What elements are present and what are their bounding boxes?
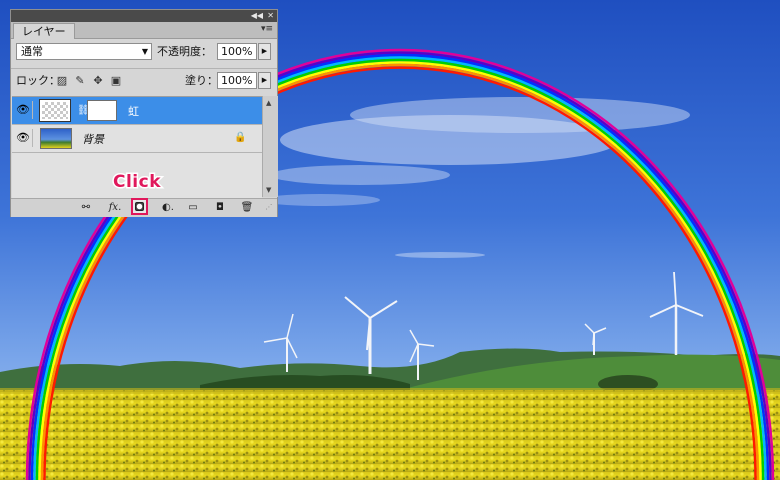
rapeseed-field (0, 390, 780, 480)
tab-layers[interactable]: レイヤー (13, 23, 75, 39)
trash-icon[interactable]: 🗑 (240, 201, 254, 214)
lock-label: ロック： (16, 74, 60, 87)
layer-thumbnail (40, 128, 72, 149)
resize-grip-icon[interactable]: ⋰ (263, 201, 275, 214)
dropdown-arrow-icon: ▼ (141, 47, 148, 56)
blend-mode-select[interactable]: 通常 ▼ (16, 43, 152, 60)
lock-transparent-icon[interactable]: ▨ (56, 75, 68, 87)
opacity-value: 100% (221, 45, 253, 58)
opacity-slider-button[interactable]: ▶ (258, 43, 271, 60)
add-mask-button[interactable] (131, 198, 148, 215)
fx-icon[interactable]: fx. (106, 201, 124, 214)
lock-icon: 🔒 (234, 132, 247, 143)
visibility-eye-icon[interactable]: 👁 (14, 129, 33, 147)
blend-row: 通常 ▼ 不透明度： 100% ▶ (11, 39, 277, 66)
layer-row-rainbow[interactable]: 👁 ⛓ 虹 (12, 97, 262, 125)
scroll-up-arrow-icon[interactable]: ▲ (266, 99, 271, 107)
link-icon[interactable]: ⚯ (78, 201, 94, 214)
lock-position-icon[interactable]: ✥ (92, 75, 104, 87)
close-panel-icon[interactable]: ✕ (267, 10, 274, 22)
click-annotation: Click (111, 171, 162, 194)
layers-scrollbar[interactable]: ▲ ▼ (262, 96, 278, 197)
opacity-label: 不透明度： (157, 45, 212, 58)
layer-mask-thumbnail[interactable] (87, 100, 117, 121)
fill-value: 100% (221, 74, 253, 87)
panel-title-bar[interactable]: ◀◀ ✕ (11, 10, 277, 22)
layer-row-background[interactable]: 👁 背景 🔒 (12, 125, 262, 153)
panel-tab-bar: レイヤー ▾≡ (11, 22, 277, 39)
panel-bottom-toolbar: ⚯ fx. ◐. ▭ ◘ 🗑 ⋰ (11, 198, 277, 217)
visibility-eye-icon[interactable]: 👁 (14, 101, 33, 119)
folder-icon[interactable]: ▭ (186, 201, 200, 214)
panel-menu-icon[interactable]: ▾≡ (261, 24, 273, 35)
layer-name: 背景 (82, 133, 104, 146)
layer-thumbnail (39, 99, 71, 122)
adjustment-icon[interactable]: ◐. (160, 201, 176, 214)
lock-row: ロック： ▨ ✎ ✥ ▣ 塗り： 100% ▶ (11, 68, 277, 95)
scroll-down-arrow-icon[interactable]: ▼ (266, 186, 271, 194)
fill-slider-button[interactable]: ▶ (258, 72, 271, 89)
blend-mode-value: 通常 (21, 45, 43, 58)
lock-paint-icon[interactable]: ✎ (74, 75, 86, 87)
collapse-icon[interactable]: ◀◀ (251, 10, 263, 22)
fill-field[interactable]: 100% (217, 72, 257, 89)
opacity-field[interactable]: 100% (217, 43, 257, 60)
new-layer-icon[interactable]: ◘ (213, 201, 227, 214)
lock-all-icon[interactable]: ▣ (110, 75, 122, 87)
fill-label: 塗り： (185, 74, 218, 87)
layer-name: 虹 (128, 105, 139, 118)
